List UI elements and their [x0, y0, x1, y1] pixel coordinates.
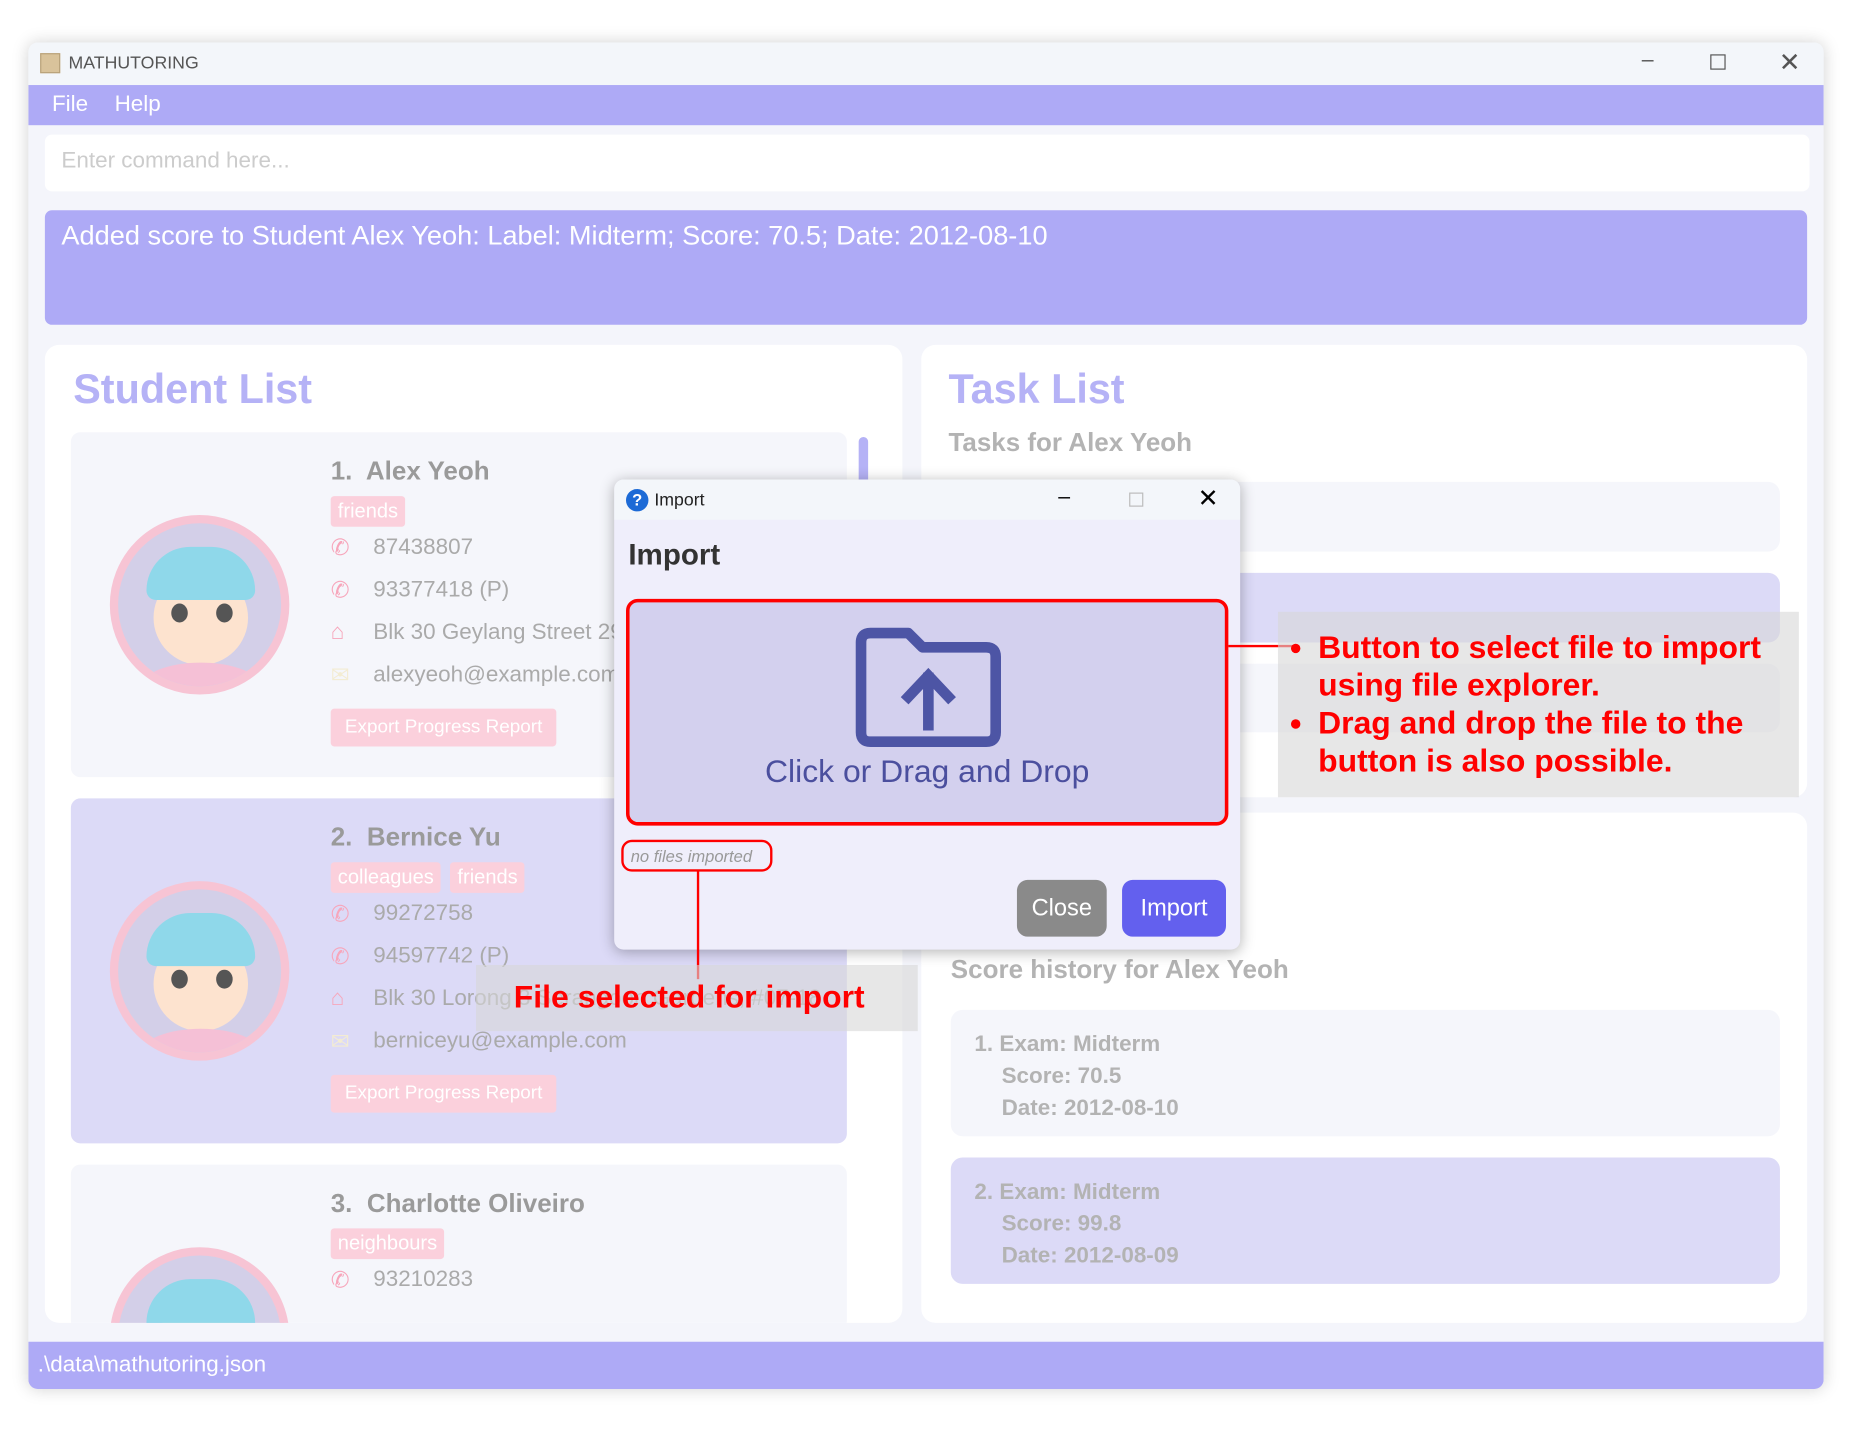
menu-bar: File Help [28, 85, 1824, 126]
avatar [109, 1247, 290, 1323]
folder-upload-icon [855, 627, 1001, 748]
dialog-title-bar: ? Import – ✕ [614, 479, 1241, 520]
command-input[interactable]: Enter command here... [44, 134, 1810, 192]
student-list-title: Student List [73, 366, 313, 413]
phone-icon: ✆ [330, 902, 350, 928]
dialog-heading: Import [628, 538, 721, 572]
phone: 99272758 [373, 901, 474, 926]
email: alexyeoh@example.com [373, 662, 620, 688]
help-icon: ? [625, 488, 649, 512]
email: berniceyu@example.com [373, 1028, 627, 1054]
score-item[interactable]: 2. Exam: Midterm Score: 99.8 Date: 2012-… [950, 1157, 1780, 1284]
parent-phone: 94597742 (P) [373, 943, 510, 969]
drop-zone-label: Click or Drag and Drop [764, 753, 1090, 789]
app-icon [40, 53, 61, 74]
score-exam: 1. Exam: Midterm [974, 1032, 1161, 1058]
phone-icon: ✆ [330, 578, 350, 604]
student-name: 3. Charlotte Oliveiro [330, 1188, 585, 1218]
phone-icon: ✆ [330, 536, 350, 562]
score-exam: 2. Exam: Midterm [974, 1179, 1161, 1205]
student-card[interactable]: 3. Charlotte Oliveiro neighbours ✆ 932102… [70, 1164, 847, 1323]
phone-icon: ✆ [330, 1268, 350, 1294]
address: Blk 30 Lorong 3 Serangoon Gardens, #07-1… [373, 986, 822, 1012]
export-progress-report-button[interactable]: Export Progress Report [330, 708, 557, 747]
phone-icon: ✆ [330, 944, 350, 970]
avatar [109, 881, 290, 1061]
status-bar: .\data\mathutoring.json [28, 1341, 1824, 1389]
dialog-title: Import [654, 490, 705, 511]
avatar [109, 514, 290, 695]
maximize-button[interactable] [1710, 54, 1726, 70]
dialog-maximize-button [1129, 492, 1144, 507]
close-dialog-button[interactable]: Close [1016, 879, 1107, 937]
score-value: Score: 70.5 [1001, 1064, 1122, 1089]
home-icon: ⌂ [330, 620, 345, 645]
score-value: Score: 99.8 [1001, 1211, 1122, 1237]
import-button[interactable]: Import [1122, 879, 1227, 937]
drop-zone-button[interactable]: Click or Drag and Drop [625, 598, 1229, 826]
result-display: Added score to Student Alex Yeoh: Label:… [44, 210, 1808, 325]
title-bar: MATHUTORING – ✕ [28, 42, 1824, 86]
file-status: no files imported [621, 839, 773, 872]
menu-file[interactable]: File [52, 92, 88, 118]
dialog-minimize-button[interactable]: – [1058, 484, 1070, 509]
phone: 93210283 [373, 1267, 474, 1293]
email-icon: ✉ [330, 663, 350, 689]
close-button[interactable]: ✕ [1779, 47, 1801, 78]
export-progress-report-button[interactable]: Export Progress Report [330, 1074, 557, 1113]
tag: friends [330, 496, 406, 527]
dialog-close-button[interactable]: ✕ [1198, 484, 1219, 514]
score-date: Date: 2012-08-09 [1001, 1243, 1179, 1269]
window-title: MATHUTORING [68, 53, 199, 74]
tasks-subtitle: Tasks for Alex Yeoh [948, 427, 1193, 458]
import-dialog: ? Import – ✕ Import Click or Drag and Dr… [614, 479, 1241, 950]
tag: friends [450, 862, 525, 893]
score-item[interactable]: 1. Exam: Midterm Score: 70.5 Date: 2012-… [950, 1009, 1780, 1137]
minimize-button[interactable]: – [1642, 47, 1654, 72]
menu-help[interactable]: Help [115, 92, 161, 118]
score-subtitle: Score history for Alex Yeoh [950, 954, 1289, 984]
parent-phone: 93377418 (P) [373, 577, 510, 603]
home-icon: ⌂ [330, 986, 345, 1012]
tag: colleagues [330, 862, 441, 893]
score-date: Date: 2012-08-10 [1001, 1096, 1179, 1121]
tag: neighbours [330, 1228, 445, 1260]
email-icon: ✉ [330, 1029, 350, 1055]
task-list-title: Task List [948, 366, 1125, 413]
phone: 87438807 [373, 535, 474, 560]
